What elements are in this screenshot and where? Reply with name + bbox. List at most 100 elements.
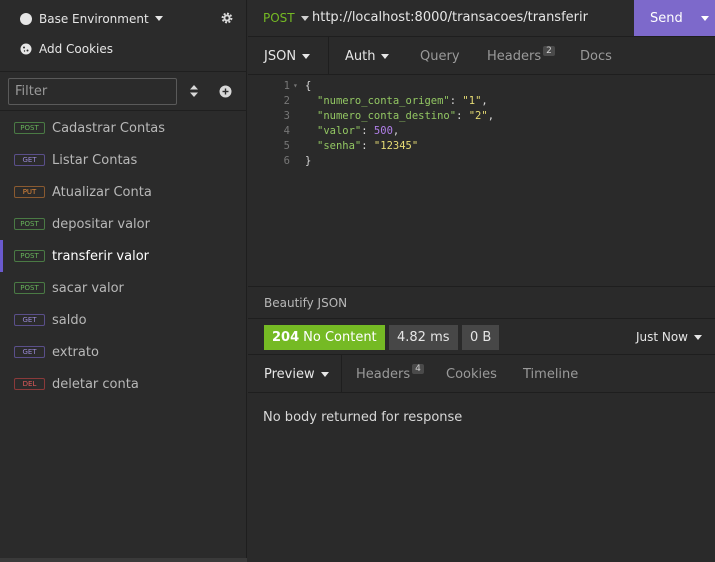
beautify-label: Beautify JSON (264, 295, 348, 310)
sort-icon[interactable] (189, 84, 199, 98)
sidebar-bottom-bar (0, 558, 247, 562)
method-badge: POST (14, 250, 45, 262)
headers-count-badge: 2 (543, 46, 555, 56)
line-number: 2 (283, 95, 290, 107)
code-line: 5 "senha": "12345" (248, 140, 715, 155)
request-name: depositar valor (52, 216, 150, 232)
sidebar: Base Environment Add Cookies POST C (0, 0, 247, 562)
json-key: "numero_conta_origem" (317, 95, 450, 107)
timestamp-label: Just Now (635, 330, 688, 344)
status-code: 204 (272, 330, 300, 345)
status-text: No Content (303, 330, 377, 345)
send-label: Send (650, 10, 683, 26)
response-status-bar: 204 No Content 4.82 ms 0 B Just Now (248, 318, 715, 355)
chevron-down-icon (302, 53, 311, 59)
code-line: 6 } (248, 155, 715, 170)
request-name: Cadastrar Contas (52, 120, 166, 136)
request-item[interactable]: GET saldo (0, 304, 247, 336)
tab-docs[interactable]: Docs (580, 37, 612, 75)
chevron-down-icon (694, 334, 702, 340)
request-item[interactable]: GET Listar Contas (0, 144, 247, 176)
beautify-json-button[interactable]: Beautify JSON (248, 286, 715, 318)
request-item[interactable]: DEL deletar conta (0, 368, 247, 400)
send-button[interactable]: Send (634, 0, 715, 36)
tab-body-label: JSON (264, 48, 297, 64)
request-item[interactable]: POST Cadastrar Contas (0, 112, 247, 144)
code-line: 4 "valor": 500, (248, 125, 715, 140)
code-text: { (305, 80, 312, 92)
method-badge: POST (14, 282, 45, 294)
method-badge: GET (14, 154, 45, 166)
status-badge: 204 No Content (264, 325, 385, 350)
response-size-badge: 0 B (462, 325, 500, 350)
tab-query[interactable]: Query (420, 37, 460, 75)
tab-divider (328, 37, 329, 75)
tab-divider (341, 355, 342, 393)
tab-timeline-label: Timeline (523, 366, 579, 382)
filter-row (0, 71, 247, 111)
url-bar: POST http://localhost:8000/transacoes/tr… (248, 0, 715, 37)
method-badge: POST (14, 218, 45, 230)
add-cookies-button[interactable]: Add Cookies (0, 37, 247, 61)
response-time-badge: 4.82 ms (389, 325, 458, 350)
fold-arrow-icon[interactable]: ▾ (293, 81, 298, 90)
code-text: "valor": 500, (317, 125, 400, 137)
chevron-down-icon (381, 53, 390, 59)
code-text: } (305, 155, 312, 167)
line-number: 4 (283, 125, 290, 137)
method-selector[interactable]: POST (263, 11, 309, 25)
tab-auth[interactable]: Auth (345, 37, 390, 75)
filter-input[interactable] (8, 78, 177, 105)
request-item[interactable]: GET extrato (0, 336, 247, 368)
response-tabs: Preview Headers 4 Cookies Timeline (248, 355, 715, 393)
environment-selector[interactable]: Base Environment (0, 0, 247, 37)
chevron-down-icon[interactable] (701, 16, 709, 21)
tab-preview-label: Preview (264, 366, 315, 382)
response-body-message: No body returned for response (263, 410, 463, 425)
request-name: transferir valor (52, 248, 149, 264)
request-name: sacar valor (52, 280, 124, 296)
response-headers-count-badge: 4 (412, 364, 424, 374)
request-name: Atualizar Conta (52, 184, 152, 200)
line-number: 3 (283, 110, 290, 122)
tab-cookies[interactable]: Cookies (446, 355, 497, 393)
cookie-icon (20, 43, 32, 55)
json-editor[interactable]: 1 ▾ { 2 "numero_conta_origem": "1", 3 "n… (248, 76, 715, 285)
tab-body[interactable]: JSON (264, 37, 311, 75)
method-badge: PUT (14, 186, 45, 198)
tab-cookies-label: Cookies (446, 366, 497, 382)
tab-preview[interactable]: Preview (264, 355, 329, 393)
request-name: saldo (52, 312, 87, 328)
code-line: 1 ▾ { (248, 80, 715, 95)
chevron-down-icon (300, 15, 309, 21)
line-number: 1 (283, 80, 290, 92)
json-key: "valor" (317, 125, 362, 137)
tab-headers[interactable]: Headers 2 (487, 37, 555, 75)
request-item[interactable]: PUT Atualizar Conta (0, 176, 247, 208)
method-badge: DEL (14, 378, 45, 390)
code-text: "senha": "12345" (317, 140, 419, 152)
environment-label: Base Environment (39, 11, 149, 26)
tab-timeline[interactable]: Timeline (523, 355, 578, 393)
json-value: "12345" (373, 140, 419, 152)
tab-auth-label: Auth (345, 48, 376, 64)
method-badge: POST (14, 122, 45, 134)
request-item-active[interactable]: POST transferir valor (0, 240, 247, 272)
request-item[interactable]: POST depositar valor (0, 208, 247, 240)
response-history-dropdown[interactable]: Just Now (636, 330, 702, 344)
add-cookies-label: Add Cookies (39, 42, 114, 56)
tab-headers-label: Headers (487, 48, 542, 64)
gear-icon[interactable] (220, 11, 234, 25)
url-input[interactable]: http://localhost:8000/transacoes/transfe… (312, 10, 588, 25)
json-key: "numero_conta_destino" (317, 110, 457, 122)
request-item[interactable]: POST sacar valor (0, 272, 247, 304)
tab-docs-label: Docs (580, 48, 612, 64)
chevron-down-icon (154, 16, 163, 21)
environment-dot-icon (20, 12, 32, 25)
json-value: 500 (373, 125, 393, 137)
tab-query-label: Query (420, 48, 460, 64)
add-request-icon[interactable] (219, 85, 232, 98)
code-text: "numero_conta_origem": "1", (317, 95, 488, 107)
code-line: 2 "numero_conta_origem": "1", (248, 95, 715, 110)
tab-response-headers[interactable]: Headers 4 (356, 355, 424, 393)
